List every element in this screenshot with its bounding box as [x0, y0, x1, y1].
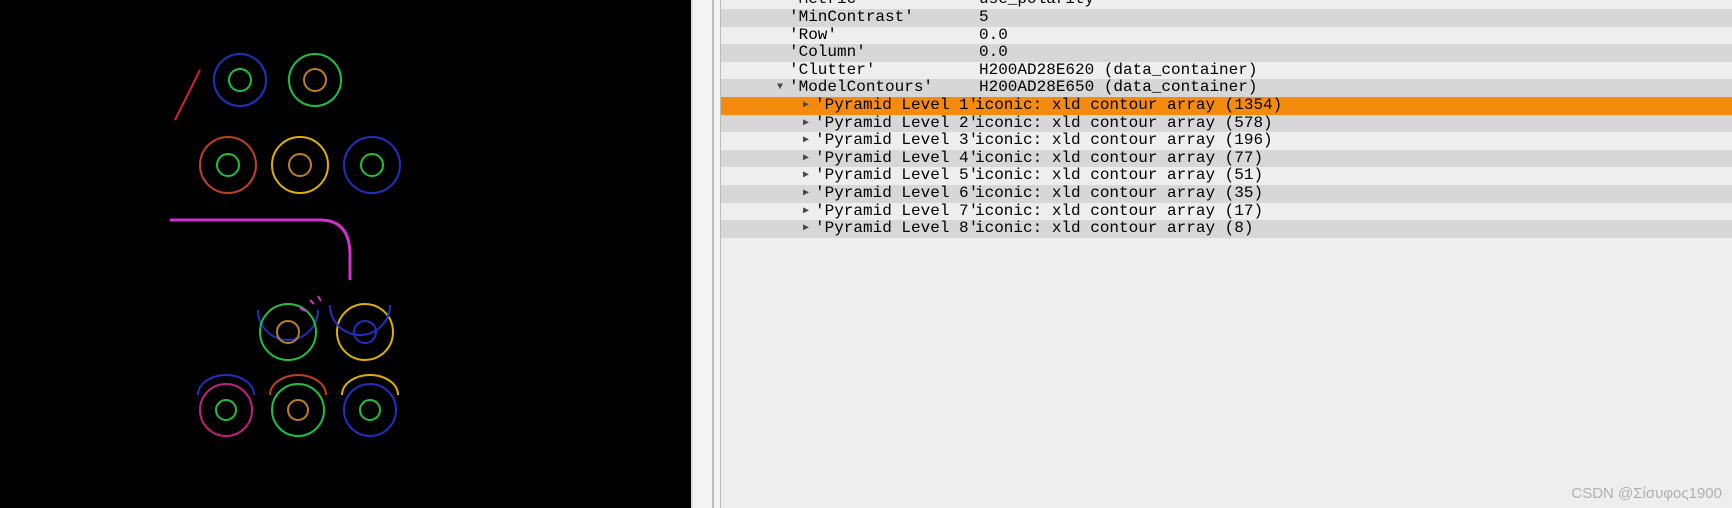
tree-key: 'Pyramid Level 1' [815, 97, 975, 115]
expander-closed-icon[interactable]: ▶ [799, 220, 813, 238]
expander-closed-icon[interactable]: ▶ [799, 203, 813, 221]
tree-value: 0.0 [979, 44, 1008, 62]
contour-canvas [0, 0, 689, 508]
tree-row[interactable]: ▶'Pyramid Level 3'iconic: xld contour ar… [721, 132, 1732, 150]
tree-row[interactable]: ▶'Column'0.0 [721, 44, 1732, 62]
tree-view[interactable]: ▶'Metric'use_polarity▶'MinContrast'5▶'Ro… [721, 0, 1732, 238]
tree-value: H200AD28E620 (data_container) [979, 62, 1257, 80]
tree-value: iconic: xld contour array (1354) [975, 97, 1282, 115]
variable-inspector: ▶'Metric'use_polarity▶'MinContrast'5▶'Ro… [721, 0, 1732, 508]
tree-value: iconic: xld contour array (77) [975, 150, 1263, 168]
contour-viewer[interactable] [0, 0, 689, 508]
tree-row[interactable]: ▶'MinContrast'5 [721, 9, 1732, 27]
expander-closed-icon[interactable]: ▶ [799, 167, 813, 185]
tree-key: 'Pyramid Level 2' [815, 115, 975, 133]
tree-key: 'Pyramid Level 7' [815, 203, 975, 221]
expander-closed-icon[interactable]: ▶ [799, 150, 813, 168]
tree-row[interactable]: ▶'Pyramid Level 8'iconic: xld contour ar… [721, 220, 1732, 238]
panel-divider[interactable] [689, 0, 721, 508]
tree-key: 'ModelContours' [789, 79, 979, 97]
tree-key: 'Clutter' [789, 62, 979, 80]
watermark: CSDN @Σίσυφος1900 [1571, 485, 1722, 502]
tree-value: iconic: xld contour array (8) [975, 220, 1253, 238]
expander-closed-icon[interactable]: ▶ [799, 115, 813, 133]
tree-key: 'Pyramid Level 8' [815, 220, 975, 238]
tree-value: iconic: xld contour array (578) [975, 115, 1273, 133]
tree-key: 'Pyramid Level 4' [815, 150, 975, 168]
expander-open-icon[interactable]: ▼ [773, 79, 787, 97]
tree-key: 'Row' [789, 27, 979, 45]
tree-value: iconic: xld contour array (35) [975, 185, 1263, 203]
tree-value: 0.0 [979, 27, 1008, 45]
expander-closed-icon[interactable]: ▶ [799, 97, 813, 115]
expander-closed-icon[interactable]: ▶ [799, 132, 813, 150]
tree-value: H200AD28E650 (data_container) [979, 79, 1257, 97]
tree-value: use_polarity [979, 0, 1094, 9]
tree-value: iconic: xld contour array (51) [975, 167, 1263, 185]
tree-row[interactable]: ▶'Pyramid Level 2'iconic: xld contour ar… [721, 115, 1732, 133]
tree-value: iconic: xld contour array (17) [975, 203, 1263, 221]
tree-key: 'Column' [789, 44, 979, 62]
tree-key: 'Pyramid Level 6' [815, 185, 975, 203]
expander-closed-icon[interactable]: ▶ [799, 185, 813, 203]
tree-row[interactable]: ▶'Row'0.0 [721, 27, 1732, 45]
tree-row[interactable]: ▶'Clutter'H200AD28E620 (data_container) [721, 62, 1732, 80]
tree-key: 'MinContrast' [789, 9, 979, 27]
tree-value: 5 [979, 9, 989, 27]
tree-row[interactable]: ▶'Pyramid Level 6'iconic: xld contour ar… [721, 185, 1732, 203]
tree-row[interactable]: ▶'Pyramid Level 1'iconic: xld contour ar… [721, 97, 1732, 115]
tree-row[interactable]: ▼'ModelContours'H200AD28E650 (data_conta… [721, 79, 1732, 97]
tree-row[interactable]: ▶'Pyramid Level 7'iconic: xld contour ar… [721, 203, 1732, 221]
tree-key: 'Pyramid Level 3' [815, 132, 975, 150]
tree-row[interactable]: ▶'Pyramid Level 5'iconic: xld contour ar… [721, 167, 1732, 185]
tree-row[interactable]: ▶'Pyramid Level 4'iconic: xld contour ar… [721, 150, 1732, 168]
tree-value: iconic: xld contour array (196) [975, 132, 1273, 150]
tree-key: 'Pyramid Level 5' [815, 167, 975, 185]
